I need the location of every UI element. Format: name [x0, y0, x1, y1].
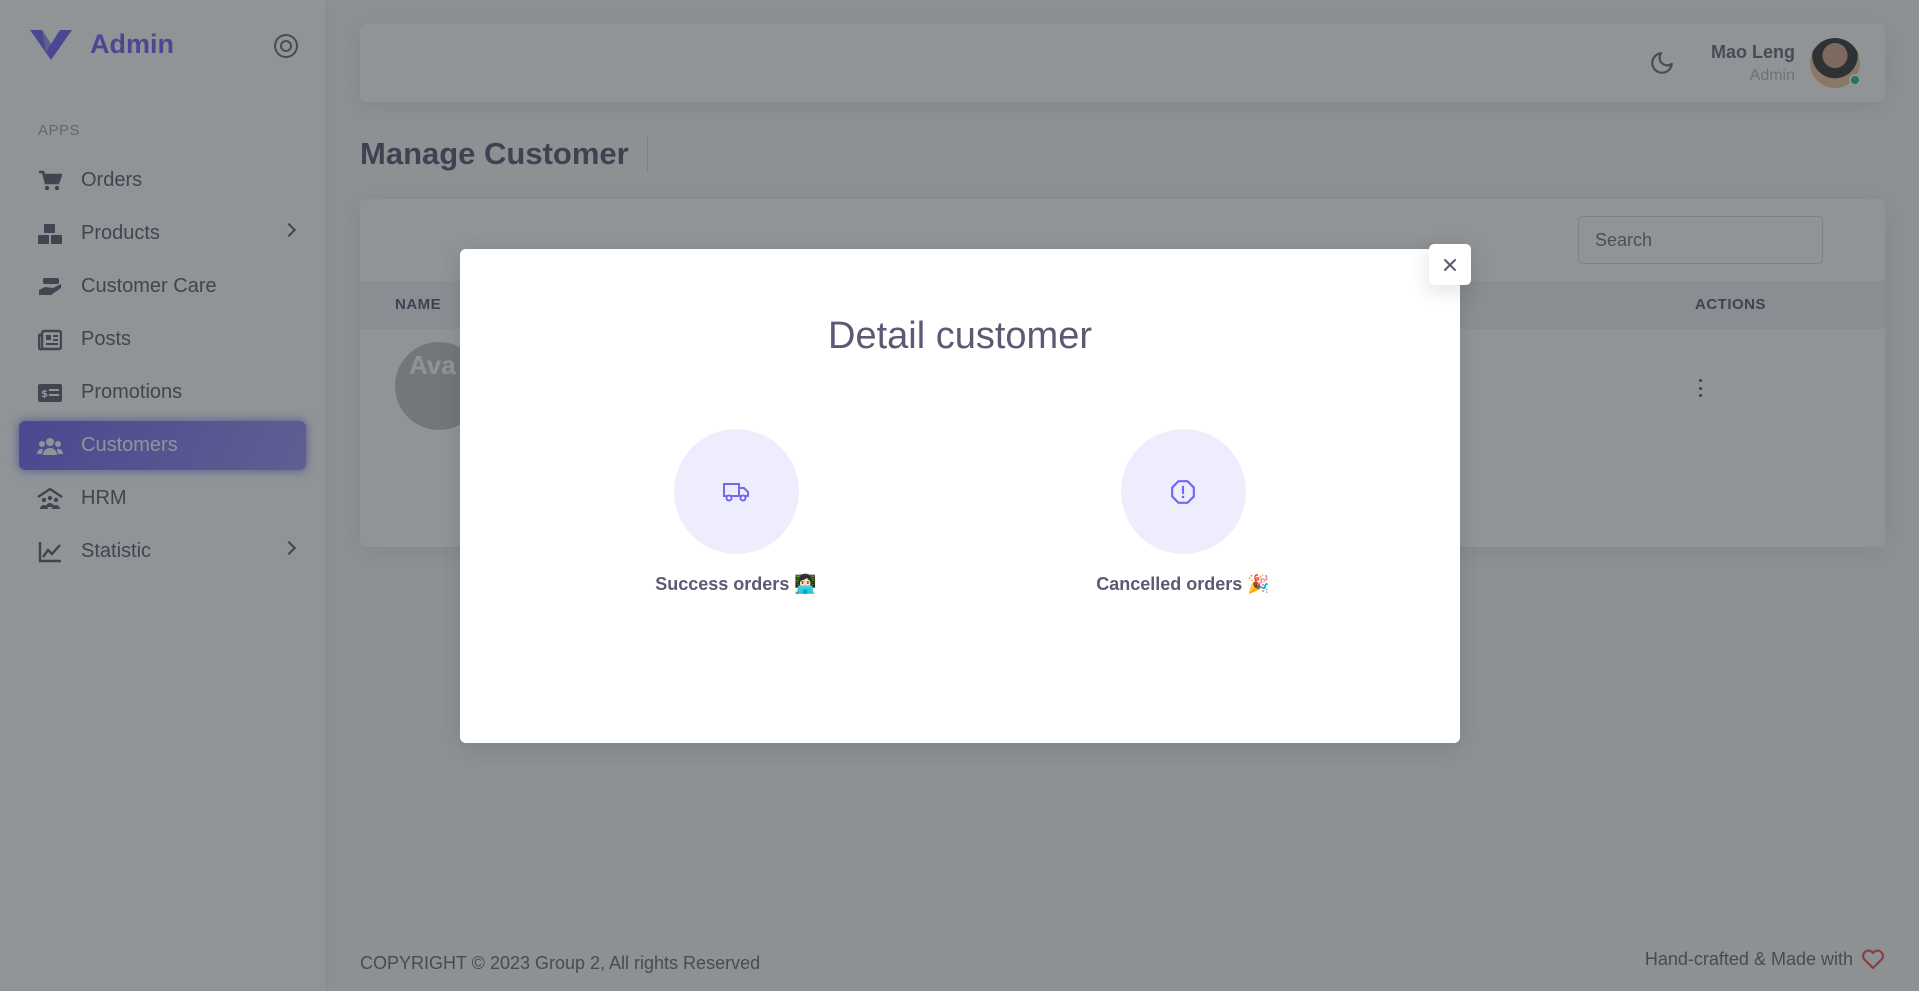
- stat-success-orders: Success orders 👩🏻‍💻: [626, 429, 846, 595]
- close-icon: [1444, 258, 1456, 271]
- customer-detail-modal: Detail customer Success orders 👩🏻‍💻 Canc…: [460, 249, 1460, 743]
- alert-octagon-icon: [1171, 479, 1195, 504]
- stat-icon-circle: [673, 429, 799, 554]
- stat-label: Success orders 👩🏻‍💻: [655, 574, 817, 594]
- modal-close-button[interactable]: [1429, 244, 1471, 285]
- truck-icon: [723, 482, 749, 501]
- modal-title: Detail customer: [828, 315, 1092, 357]
- stat-icon-circle: [1120, 429, 1246, 554]
- stat-cancelled-orders: Cancelled orders 🎉: [1073, 429, 1293, 595]
- stat-label: Cancelled orders 🎉: [1096, 574, 1270, 594]
